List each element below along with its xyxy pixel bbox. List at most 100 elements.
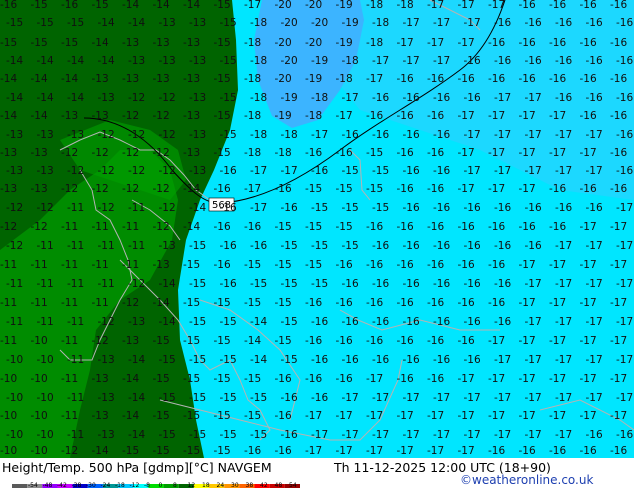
temperature-label: -11 xyxy=(128,240,145,252)
temperature-label: -15 xyxy=(153,410,170,422)
temperature-label: -17 xyxy=(403,392,420,404)
temperature-label: -17 xyxy=(519,147,536,159)
temperature-label: -15 xyxy=(214,445,231,457)
temperature-label: -17 xyxy=(488,410,505,422)
temperature-label: -19 xyxy=(342,17,359,29)
temperature-label: -17 xyxy=(519,297,536,309)
temperature-label: -14 xyxy=(159,278,176,290)
temperature-label: -14 xyxy=(250,354,267,366)
temperature-label: -16 xyxy=(488,259,505,271)
temperature-label: -16 xyxy=(305,297,322,309)
temperature-label: -15 xyxy=(189,354,206,366)
temperature-label: -10 xyxy=(6,354,23,366)
temperature-label: -16 xyxy=(305,373,322,385)
temperature-label: -14 xyxy=(61,73,78,85)
temperature-label: -16 xyxy=(403,278,420,290)
temperature-label: -18 xyxy=(342,55,359,67)
temperature-label: -16 xyxy=(342,129,359,141)
temperature-label: -14 xyxy=(98,55,115,67)
temperature-label: -16 xyxy=(458,297,475,309)
temperature-label: -16 xyxy=(275,373,292,385)
temperature-label: -10 xyxy=(0,410,17,422)
temperature-label: -17 xyxy=(458,410,475,422)
temperature-label: -14 xyxy=(189,202,206,214)
temperature-label: -14 xyxy=(6,55,23,67)
temperature-label: -17 xyxy=(555,429,572,441)
temperature-label: -12 xyxy=(153,110,170,122)
temperature-label: -14 xyxy=(122,410,139,422)
temperature-label: -16 xyxy=(610,445,627,457)
colorbar-tick-label: 42 xyxy=(260,482,268,489)
temperature-label: -16 xyxy=(464,92,481,104)
temperature-label: -18 xyxy=(305,110,322,122)
temperature-label: -16 xyxy=(549,73,566,85)
temperature-label: -20 xyxy=(305,37,322,49)
temperature-label: -17 xyxy=(610,410,627,422)
temperature-label: -17 xyxy=(519,183,536,195)
temperature-label: -16 xyxy=(549,0,566,11)
temperature-label: -10 xyxy=(0,445,17,457)
temperature-label: -16 xyxy=(464,55,481,67)
colorbar-tick-label: -18 xyxy=(115,482,125,489)
temperature-label: -16 xyxy=(372,316,389,328)
temperature-label: -15 xyxy=(6,17,23,29)
temperature-label: -12 xyxy=(128,129,145,141)
temperature-label: -15 xyxy=(281,278,298,290)
temperature-label: -13 xyxy=(159,55,176,67)
temperature-label: -17 xyxy=(580,147,597,159)
colorbar-tick-label: -12 xyxy=(129,482,140,489)
temperature-label: -16 xyxy=(494,240,511,252)
temperature-label: -16 xyxy=(580,73,597,85)
temperature-label: -12 xyxy=(98,202,115,214)
temperature-label: -15 xyxy=(214,73,231,85)
temperature-label: -15 xyxy=(214,373,231,385)
temperature-label: -15 xyxy=(159,354,176,366)
temperature-label: -11 xyxy=(61,297,78,309)
temperature-label: -17 xyxy=(427,410,444,422)
temperature-label: -17 xyxy=(403,55,420,67)
temperature-label: -16 xyxy=(372,129,389,141)
temperature-label: -17 xyxy=(519,410,536,422)
credit-link[interactable]: ©weatheronline.co.uk xyxy=(460,473,593,487)
temperature-label: -16 xyxy=(433,316,450,328)
temperature-label: -16 xyxy=(610,183,627,195)
temperature-label: -16 xyxy=(397,335,414,347)
temperature-label: -17 xyxy=(366,373,383,385)
temperature-label: -13 xyxy=(31,183,48,195)
temperature-label: -17 xyxy=(458,110,475,122)
temperature-label: -13 xyxy=(159,17,176,29)
temperature-label: -16 xyxy=(555,17,572,29)
temperature-label: -15 xyxy=(214,147,231,159)
temperature-label: -15 xyxy=(281,354,298,366)
temperature-label: -15 xyxy=(311,240,328,252)
temperature-label: -18 xyxy=(244,37,261,49)
colorbar-tick-label: -48 xyxy=(42,482,53,489)
temperature-label: -17 xyxy=(458,183,475,195)
temperature-label: -17 xyxy=(464,129,481,141)
temperature-label: -17 xyxy=(244,0,261,11)
temperature-label: -13 xyxy=(183,147,200,159)
temperature-label: -17 xyxy=(525,316,542,328)
temperature-label: -13 xyxy=(189,129,206,141)
temperature-label: -16 xyxy=(525,17,542,29)
temperature-label: -12 xyxy=(153,221,170,233)
temperature-label: -12 xyxy=(159,129,176,141)
temperature-label: -16 xyxy=(342,316,359,328)
temperature-label: -13 xyxy=(67,129,84,141)
temperature-label: -16 xyxy=(311,354,328,366)
temperature-label: -17 xyxy=(342,392,359,404)
temperature-label: -15 xyxy=(183,373,200,385)
temperature-label: -17 xyxy=(616,392,633,404)
temperature-label: -16 xyxy=(427,221,444,233)
temperature-label: -13 xyxy=(122,37,139,49)
temperature-label: -15 xyxy=(220,92,237,104)
temperature-label: -16 xyxy=(433,240,450,252)
temperature-label: -16 xyxy=(458,335,475,347)
temperature-label: -16 xyxy=(580,445,597,457)
temperature-label: -16 xyxy=(433,278,450,290)
colorbar-labels: -54 -48 -42 -38 -30 -24 -18 -12 -8 0 8 12 18 24 30 38 42… xyxy=(2,482,302,490)
temperature-label: -13 xyxy=(37,129,54,141)
temperature-label: -17 xyxy=(488,110,505,122)
temperature-label: -16 xyxy=(397,373,414,385)
colorbar-tick-label: 38 xyxy=(245,482,254,489)
